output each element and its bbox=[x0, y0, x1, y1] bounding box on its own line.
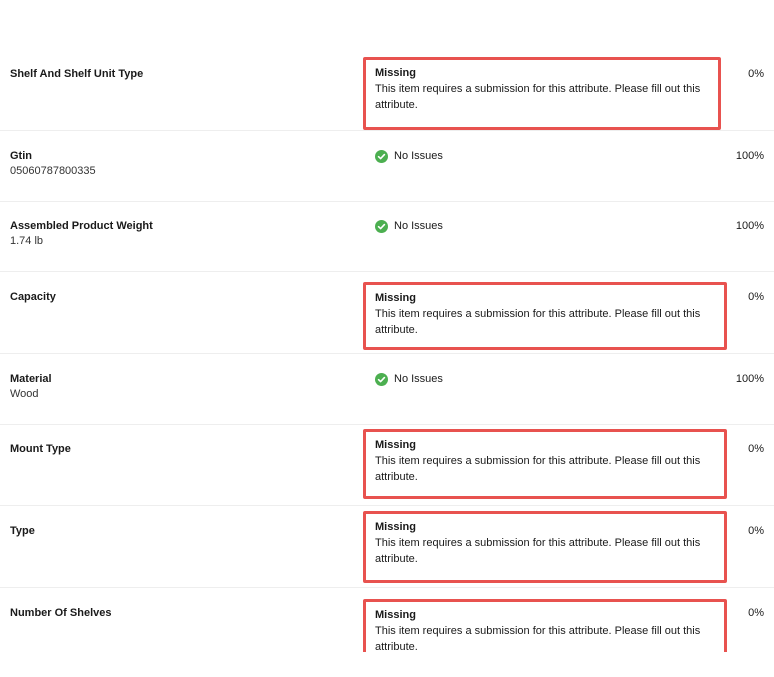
status-message: This item requires a submission for this… bbox=[375, 455, 701, 483]
attribute-name: Material bbox=[10, 373, 52, 385]
check-circle-icon bbox=[375, 150, 388, 163]
missing-status-box: Missing This item requires a submission … bbox=[363, 57, 721, 130]
attribute-list: Shelf And Shelf Unit Type Missing This i… bbox=[0, 0, 774, 652]
status-title: Missing bbox=[375, 609, 416, 621]
attribute-info: Number Of Shelves bbox=[10, 606, 340, 621]
attribute-row: Assembled Product Weight 1.74 lb No Issu… bbox=[0, 219, 774, 272]
status-message: This item requires a submission for this… bbox=[375, 83, 701, 111]
completion-percent: 0% bbox=[748, 68, 764, 80]
status-title: No Issues bbox=[394, 220, 443, 232]
completion-percent: 100% bbox=[735, 150, 764, 162]
status-title: Missing bbox=[375, 521, 416, 533]
attribute-row: Gtin 05060787800335 No Issues 100% bbox=[0, 149, 774, 202]
status-message: This item requires a submission for this… bbox=[375, 625, 701, 652]
attribute-name: Capacity bbox=[10, 291, 56, 303]
completion-percent: 0% bbox=[748, 443, 764, 455]
attribute-name: Gtin bbox=[10, 150, 32, 162]
missing-status-box: Missing This item requires a submission … bbox=[363, 599, 727, 652]
attribute-row: Mount Type Missing This item requires a … bbox=[0, 429, 774, 506]
attribute-info: Assembled Product Weight 1.74 lb bbox=[10, 219, 340, 249]
attribute-value: Wood bbox=[10, 388, 39, 400]
attribute-row: Capacity Missing This item requires a su… bbox=[0, 282, 774, 354]
missing-status-box: Missing This item requires a submission … bbox=[363, 429, 727, 499]
status-message: This item requires a submission for this… bbox=[375, 308, 701, 336]
attribute-name: Type bbox=[10, 525, 35, 537]
attribute-name: Shelf And Shelf Unit Type bbox=[10, 68, 144, 80]
attribute-info: Type bbox=[10, 524, 340, 539]
status-title: Missing bbox=[375, 439, 416, 451]
attribute-info: Mount Type bbox=[10, 442, 340, 457]
missing-status-box: Missing This item requires a submission … bbox=[363, 282, 727, 350]
attribute-info: Shelf And Shelf Unit Type bbox=[10, 67, 340, 82]
attribute-row: Type Missing This item requires a submis… bbox=[0, 511, 774, 588]
missing-status-box: Missing This item requires a submission … bbox=[363, 511, 727, 583]
completion-percent: 0% bbox=[748, 525, 764, 537]
attribute-name: Assembled Product Weight bbox=[10, 220, 153, 232]
no-issues-status: No Issues bbox=[375, 149, 443, 164]
completion-percent: 0% bbox=[748, 607, 764, 619]
status-message: This item requires a submission for this… bbox=[375, 537, 701, 565]
attribute-value: 1.74 lb bbox=[10, 235, 44, 247]
attribute-info: Material Wood bbox=[10, 372, 340, 402]
attribute-row: Shelf And Shelf Unit Type Missing This i… bbox=[0, 57, 774, 131]
status-title: No Issues bbox=[394, 150, 443, 162]
status-title: Missing bbox=[375, 292, 416, 304]
no-issues-status: No Issues bbox=[375, 219, 443, 234]
completion-percent: 100% bbox=[735, 373, 764, 385]
check-circle-icon bbox=[375, 373, 388, 386]
attribute-name: Mount Type bbox=[10, 443, 71, 455]
attribute-name: Number Of Shelves bbox=[10, 607, 112, 619]
completion-percent: 0% bbox=[748, 291, 764, 303]
attribute-info: Capacity bbox=[10, 290, 340, 305]
attribute-row: Material Wood No Issues 100% bbox=[0, 372, 774, 425]
attribute-value: 05060787800335 bbox=[10, 165, 96, 177]
check-circle-icon bbox=[375, 220, 388, 233]
status-title: Missing bbox=[375, 67, 416, 79]
completion-percent: 100% bbox=[735, 220, 764, 232]
status-title: No Issues bbox=[394, 373, 443, 385]
no-issues-status: No Issues bbox=[375, 372, 443, 387]
attribute-row: Number Of Shelves Missing This item requ… bbox=[0, 599, 774, 652]
attribute-info: Gtin 05060787800335 bbox=[10, 149, 340, 179]
